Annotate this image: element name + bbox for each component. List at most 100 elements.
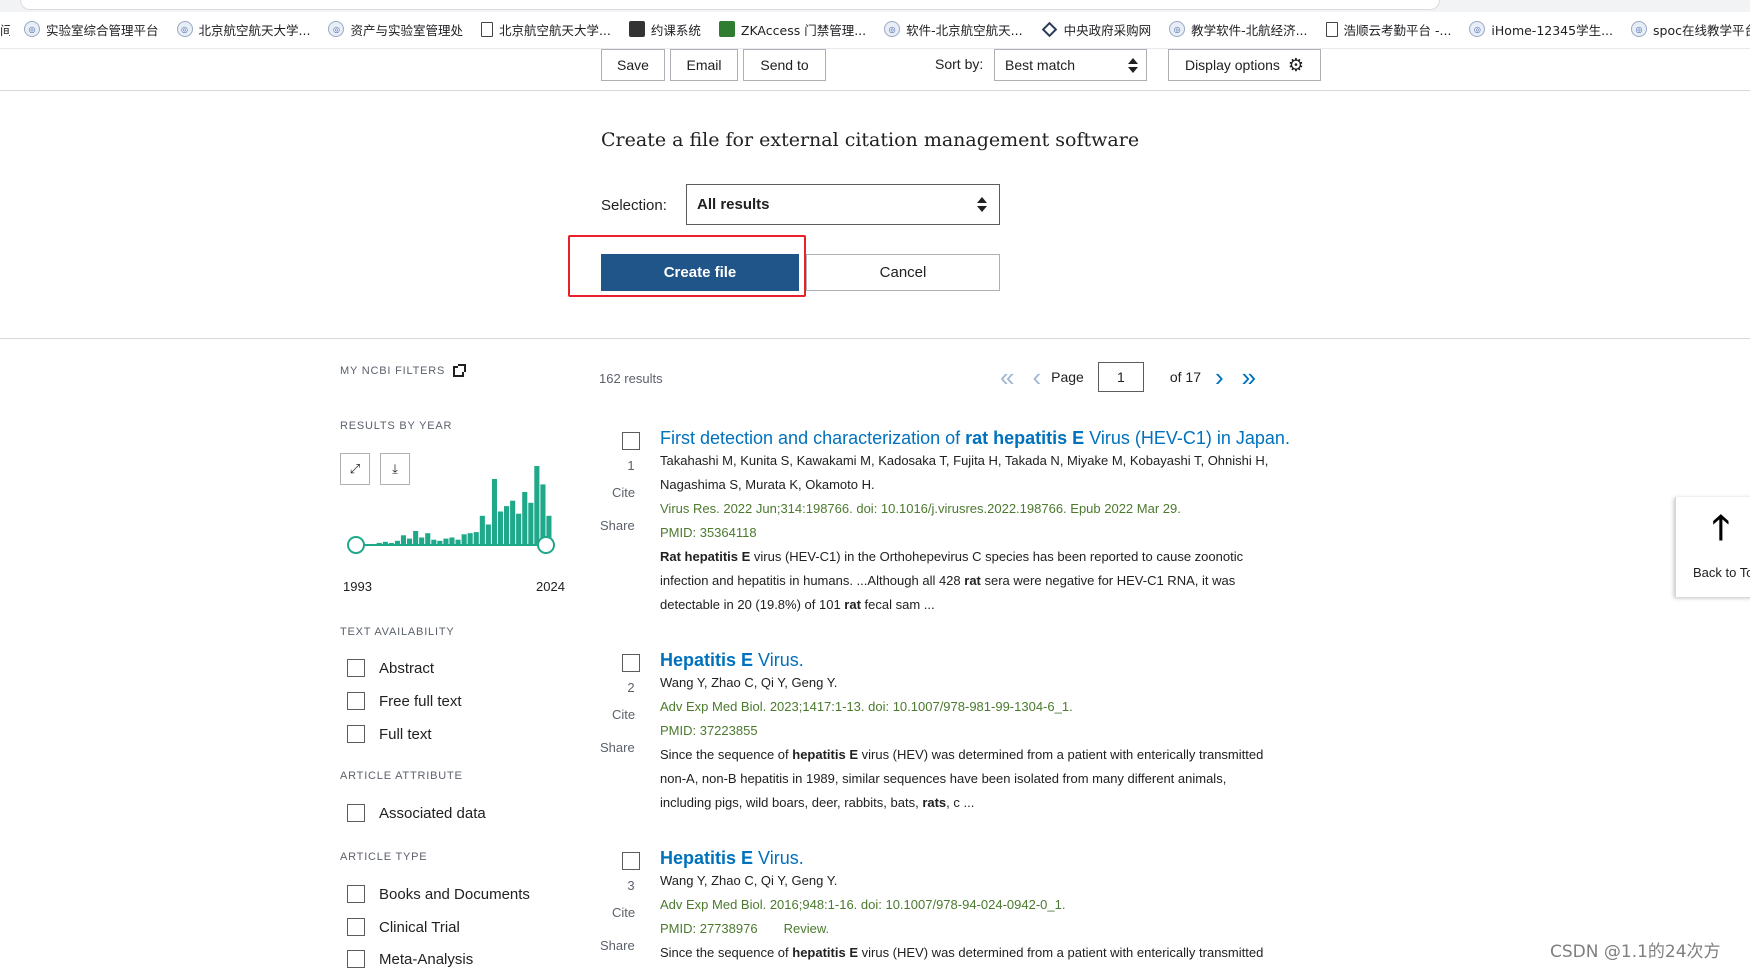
- histogram-bar: [449, 537, 455, 544]
- snippet-text: infection and hepatitis in humans. ...Al…: [660, 573, 965, 588]
- bookmark-item[interactable]: ◎ spoc在线教学平台: [1631, 20, 1750, 39]
- diamond-icon: [1041, 21, 1057, 37]
- bookmark-items: 间 ◎ 实验室综合管理平台 ◎ 北京航空航天大学... ◎ 资产与实验室管理处 北京航…: [0, 19, 1750, 39]
- bookmark-item[interactable]: 约课系统: [628, 20, 701, 39]
- bookmark-item[interactable]: ZKAccess 门禁管理...: [718, 20, 866, 39]
- filter-abstract[interactable]: Abstract: [347, 658, 434, 678]
- result-title-link[interactable]: Hepatitis E Virus.: [660, 650, 804, 671]
- filter-meta-analysis[interactable]: Meta-Analysis: [347, 949, 473, 968]
- result-authors-cont: Nagashima S, Murata K, Okamoto H.: [660, 477, 875, 492]
- page-number-input[interactable]: 1: [1097, 362, 1144, 392]
- filter-free-full-text[interactable]: Free full text: [347, 691, 462, 711]
- globe-icon: ◎: [1169, 21, 1186, 37]
- chart-icon: [718, 21, 735, 37]
- display-options-button[interactable]: Display options ⚙: [1168, 49, 1321, 81]
- bookmark-label: iHome-12345学生...: [1491, 22, 1614, 38]
- checkbox[interactable]: [347, 885, 365, 903]
- bookmark-item[interactable]: ◎ 教学软件-北航经济...: [1169, 20, 1308, 39]
- share-button[interactable]: Share: [600, 518, 635, 533]
- bookmark-item[interactable]: ◎ 软件-北京航空航天...: [884, 20, 1023, 39]
- pagination: « ‹ Page 1 of 17 › »: [1000, 361, 1274, 393]
- result-snippet: Since the sequence of hepatitis E virus …: [660, 945, 1263, 960]
- bookmark-label: 约课系统: [650, 22, 701, 38]
- result-citation: Adv Exp Med Biol. 2023;1417:1-13. doi: 1…: [660, 699, 1073, 714]
- checkbox[interactable]: [347, 804, 365, 822]
- bookmark-item[interactable]: ◎ 北京航空航天大学...: [176, 20, 310, 39]
- snippet-text: virus (HEV-C1) in the Orthohepevirus C s…: [750, 549, 1244, 564]
- histogram-bar: [443, 538, 449, 544]
- result-checkbox[interactable]: [622, 654, 640, 672]
- bookmark-item[interactable]: ◎ 实验室综合管理平台: [24, 20, 159, 39]
- range-start-handle[interactable]: [347, 536, 365, 554]
- share-button[interactable]: Share: [600, 740, 635, 755]
- filter-associated-data[interactable]: Associated data: [347, 803, 486, 823]
- checkbox[interactable]: [347, 950, 365, 968]
- snippet-text: Since the sequence of: [660, 747, 793, 762]
- bookmarks-bar: 间 ◎ 实验室综合管理平台 ◎ 北京航空航天大学... ◎ 资产与实验室管理处 北京航…: [0, 0, 1750, 49]
- filter-full-text[interactable]: Full text: [347, 724, 432, 744]
- bookmark-item[interactable]: 北京航空航天大学...: [480, 20, 611, 39]
- histogram-bar: [491, 479, 497, 544]
- page-icon: [1325, 21, 1338, 37]
- result-snippet: including pigs, wild boars, deer, rabbit…: [660, 795, 974, 810]
- title-highlight: Hepatitis E: [660, 848, 754, 868]
- previous-page-icon[interactable]: ‹: [1032, 364, 1041, 390]
- my-ncbi-filters-link[interactable]: MY NCBI FILTERS: [340, 363, 467, 377]
- result-snippet: detectable in 20 (19.8%) of 101 rat feca…: [660, 597, 935, 612]
- result-title-link[interactable]: First detection and characterization of …: [660, 428, 1290, 449]
- snippet-highlight: Rat hepatitis E: [660, 549, 751, 564]
- save-button[interactable]: Save: [601, 49, 665, 81]
- back-to-top-button[interactable]: 🡑 Back to Top: [1675, 497, 1750, 597]
- last-page-icon[interactable]: »: [1242, 364, 1256, 390]
- cancel-button[interactable]: Cancel: [806, 254, 1000, 291]
- share-button[interactable]: Share: [600, 938, 635, 953]
- title-text: First detection and characterization of: [660, 428, 966, 448]
- result-authors: Wang Y, Zhao C, Qi Y, Geng Y.: [660, 675, 838, 690]
- checkbox[interactable]: [347, 692, 365, 710]
- checkbox[interactable]: [347, 659, 365, 677]
- highlight-annotation-box: [568, 235, 806, 297]
- page-count: of 17: [1169, 369, 1201, 385]
- arrow-up-icon: 🡑: [1712, 509, 1730, 547]
- checkbox[interactable]: [347, 725, 365, 743]
- range-end-handle[interactable]: [537, 536, 555, 554]
- result-checkbox[interactable]: [622, 432, 640, 450]
- cite-button[interactable]: Cite: [612, 707, 635, 722]
- snippet-text: fecal sam ...: [860, 597, 935, 612]
- sort-by-select[interactable]: Best match: [994, 49, 1147, 81]
- snippet-highlight: hepatitis E: [792, 747, 859, 762]
- checkbox[interactable]: [347, 918, 365, 936]
- bookmark-truncated[interactable]: 间: [0, 20, 10, 39]
- selection-select[interactable]: All results: [686, 184, 1000, 225]
- article-type-heading: ARTICLE TYPE: [340, 851, 428, 863]
- select-arrows-icon: [1128, 58, 1138, 74]
- bookmark-label: 教学软件-北航经济...: [1191, 22, 1308, 38]
- bookmark-item[interactable]: ◎ 资产与实验室管理处: [328, 20, 463, 39]
- first-page-icon[interactable]: «: [1000, 364, 1014, 390]
- histogram-bar: [510, 500, 516, 544]
- result-pmid: PMID: 27738976: [660, 921, 758, 936]
- display-options-label: Display options: [1184, 57, 1280, 73]
- histogram-bar: [400, 535, 406, 544]
- next-page-icon[interactable]: ›: [1215, 364, 1224, 390]
- histogram-bar: [376, 542, 382, 544]
- result-title-link[interactable]: Hepatitis E Virus.: [660, 848, 804, 869]
- bookmark-item[interactable]: 浩顺云考勤平台 -...: [1325, 20, 1451, 39]
- filter-books-and-documents[interactable]: Books and Documents: [347, 884, 530, 904]
- histogram-bar: [504, 506, 510, 544]
- bookmark-item[interactable]: ◎ iHome-12345学生...: [1469, 20, 1613, 39]
- result-checkbox[interactable]: [622, 852, 640, 870]
- bookmark-item[interactable]: 中央政府采购网: [1041, 20, 1151, 39]
- snippet-text: sera were negative for HEV-C1 RNA, it wa…: [980, 573, 1236, 588]
- globe-icon: ◎: [176, 21, 193, 37]
- year-end-label: 2024: [536, 579, 565, 594]
- email-button[interactable]: Email: [670, 49, 738, 81]
- gear-icon: ⚙: [1287, 55, 1305, 75]
- cite-button[interactable]: Cite: [612, 485, 635, 500]
- snippet-text: virus (HEV) was determined from a patien…: [858, 945, 1264, 960]
- send-to-button[interactable]: Send to: [743, 49, 826, 81]
- selection-label: Selection:: [601, 197, 667, 214]
- page-icon: [480, 21, 493, 37]
- filter-clinical-trial[interactable]: Clinical Trial: [347, 917, 460, 937]
- cite-button[interactable]: Cite: [612, 905, 635, 920]
